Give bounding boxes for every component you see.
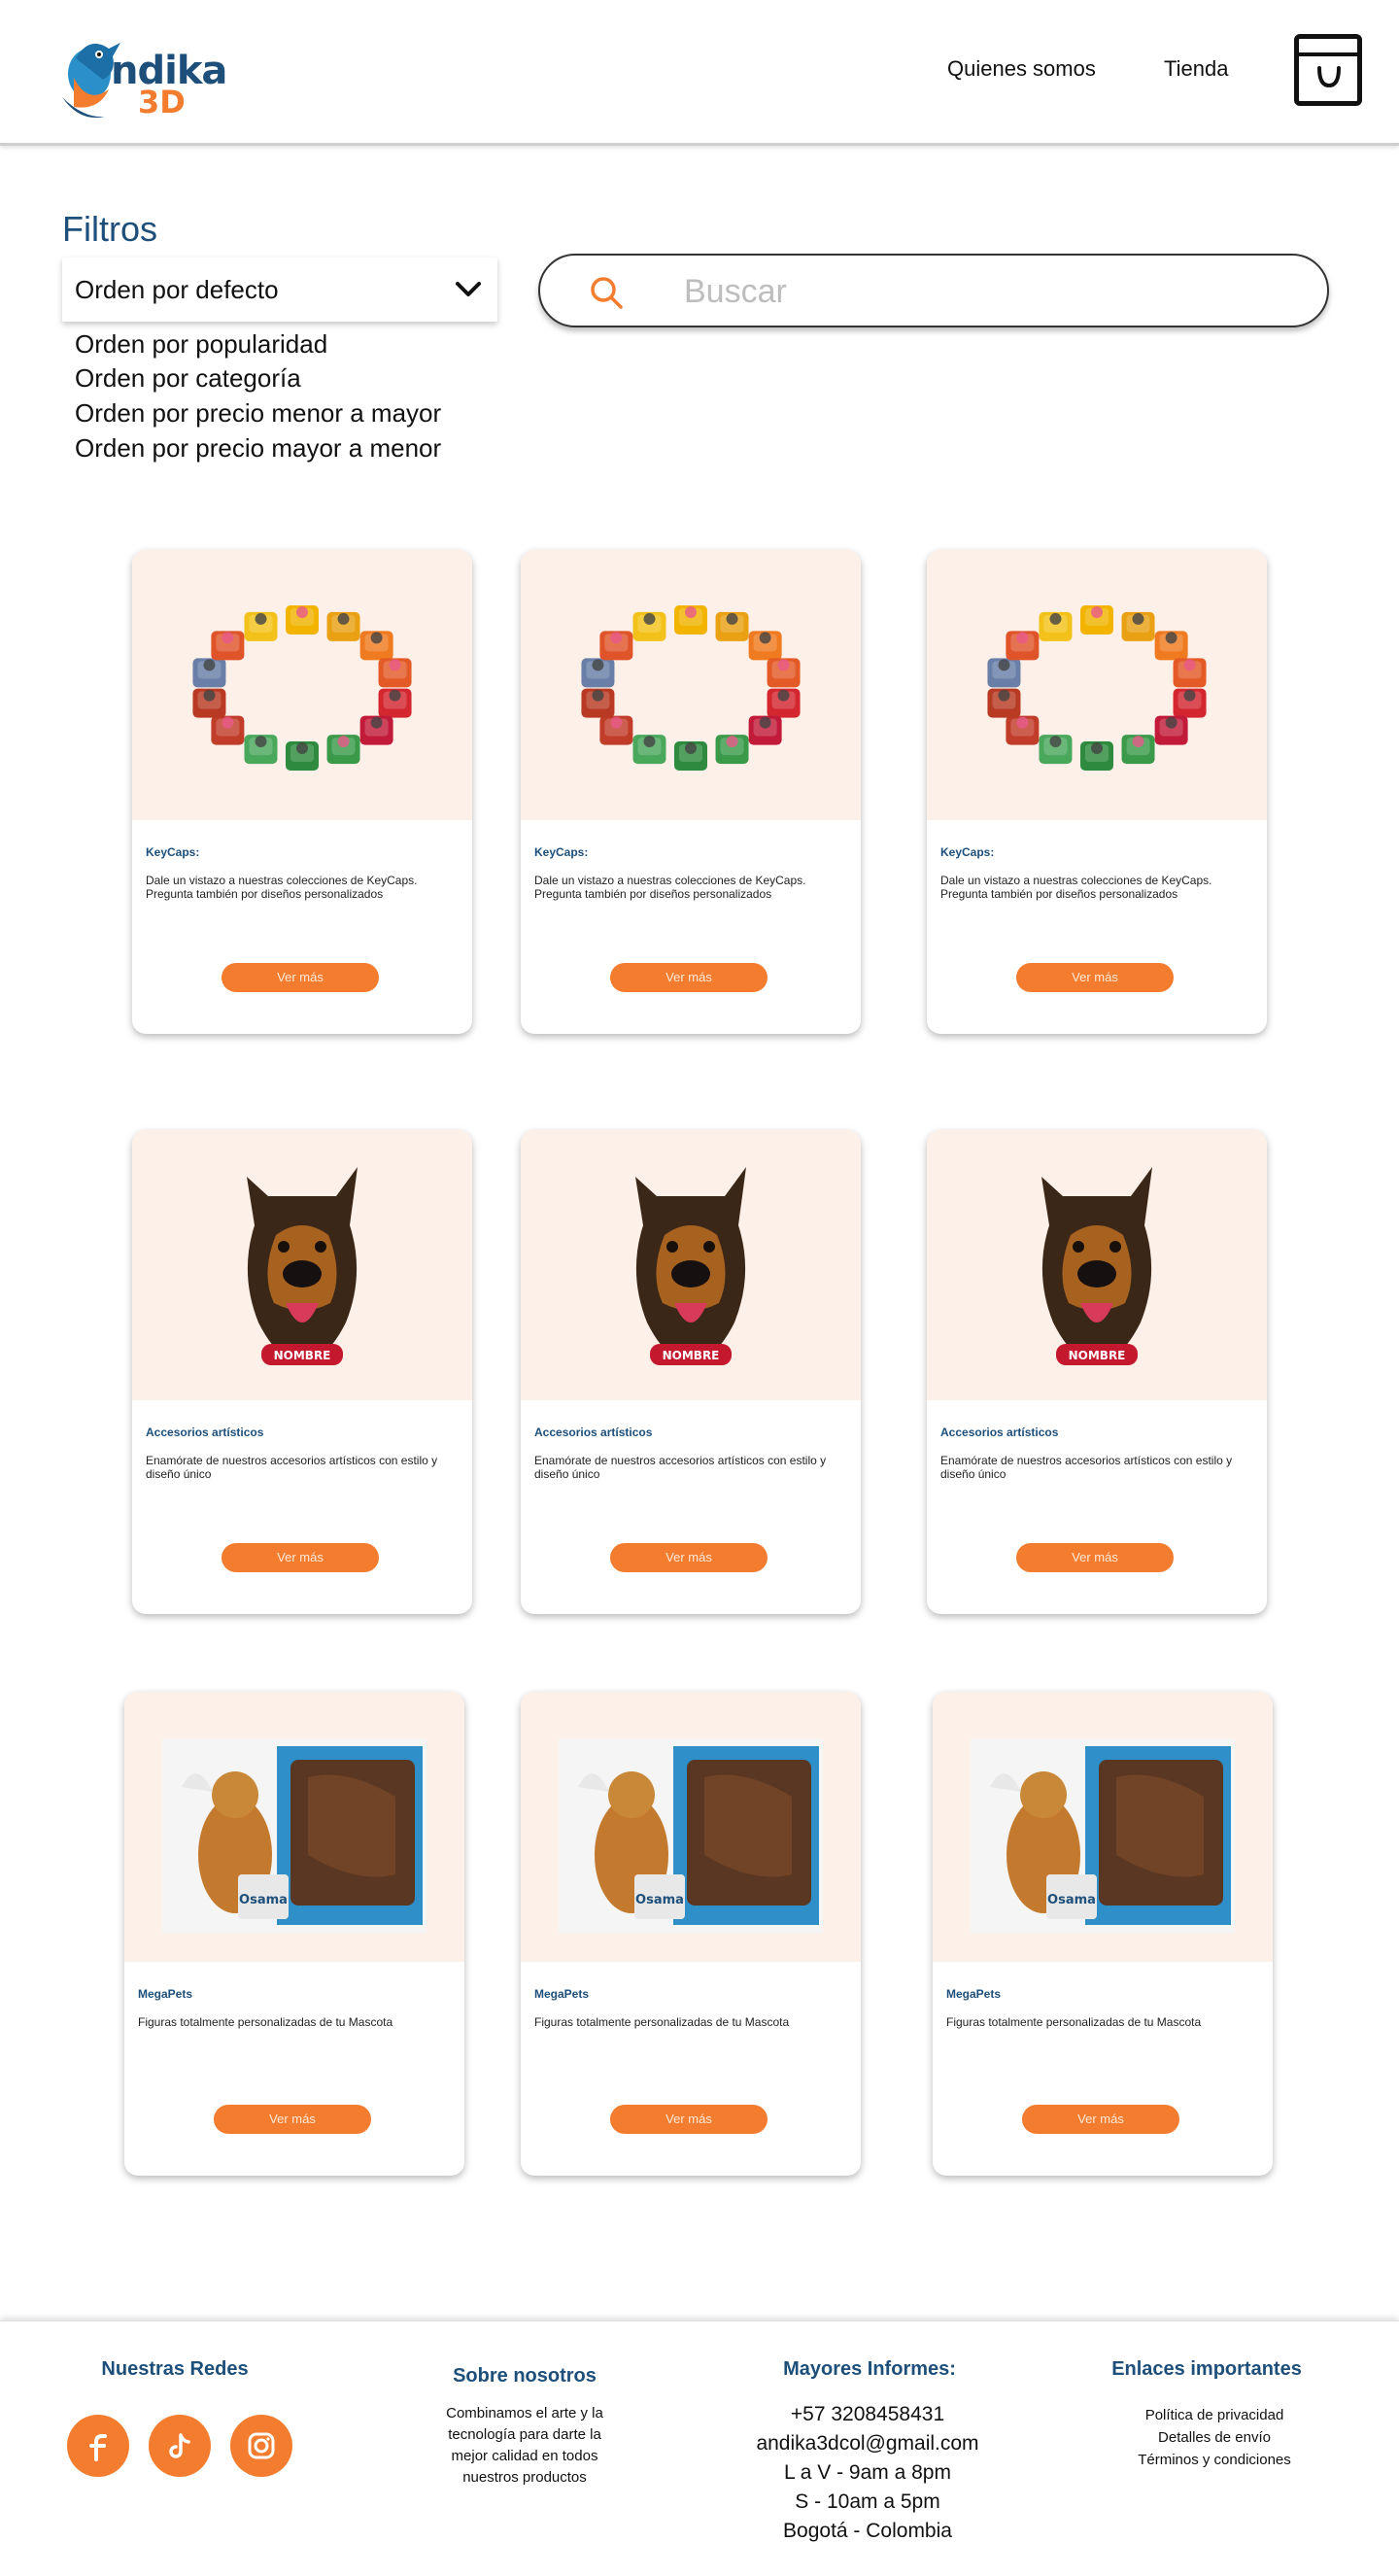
- product-image: [927, 550, 1267, 820]
- footer-social-title: Nuestras Redes: [101, 2358, 249, 2380]
- product-title: KeyCaps:: [940, 845, 995, 859]
- product-title: Accesorios artísticos: [146, 1425, 264, 1439]
- product-card[interactable]: NOMBRE Accesorios artísticos Enamórate de …: [521, 1130, 861, 1614]
- product-description: Figuras totalmente personalizadas de tu …: [138, 2015, 393, 2029]
- product-card[interactable]: NOMBRE Accesorios artísticos Enamórate de …: [927, 1130, 1267, 1614]
- megapets-illustration: Osama: [559, 1738, 823, 1933]
- sort-select[interactable]: Orden por defecto: [62, 258, 497, 322]
- footer-links-title: Enlaces importantes: [1111, 2358, 1302, 2380]
- footer-about-title: Sobre nosotros: [453, 2365, 597, 2387]
- search-bar: [538, 254, 1329, 327]
- product-description: Enamórate de nuestros accesorios artísti…: [534, 1454, 827, 1481]
- megapets-box-label: Osama: [239, 1893, 288, 1907]
- product-image: Osama: [521, 1692, 861, 1962]
- view-more-button[interactable]: Ver más: [214, 2105, 371, 2134]
- footer-contact-title: Mayores Informes:: [783, 2358, 956, 2380]
- megapets-illustration: Osama: [162, 1738, 427, 1933]
- footer-phone[interactable]: +57 3208458431: [722, 2403, 1013, 2426]
- product-image: Osama: [933, 1692, 1273, 1962]
- footer-email[interactable]: andika3dcol@gmail.com: [722, 2432, 1013, 2456]
- view-more-button[interactable]: Ver más: [1016, 1543, 1174, 1572]
- megapets-box-label: Osama: [1047, 1893, 1096, 1907]
- product-description: Figuras totalmente personalizadas de tu …: [534, 2015, 790, 2029]
- dog-badge-text: NOMBRE: [1069, 1349, 1126, 1362]
- product-title: MegaPets: [138, 1987, 193, 2001]
- shopping-bag-icon[interactable]: [1294, 34, 1362, 106]
- view-more-button[interactable]: Ver más: [610, 2105, 768, 2134]
- product-image: Osama: [124, 1692, 464, 1962]
- product-image: NOMBRE: [927, 1130, 1267, 1400]
- search-icon[interactable]: [589, 275, 624, 310]
- sort-option-price-asc[interactable]: Orden por precio menor a mayor: [75, 398, 441, 429]
- view-more-button[interactable]: Ver más: [610, 963, 768, 992]
- dog-badge-text: NOMBRE: [663, 1349, 720, 1362]
- product-card[interactable]: KeyCaps: Dale un vistazo a nuestras colec…: [132, 550, 472, 1034]
- product-description: Enamórate de nuestros accesorios artísti…: [940, 1454, 1233, 1481]
- product-image: NOMBRE: [132, 1130, 472, 1400]
- footer-link-terms[interactable]: Términos y condiciones: [1098, 2450, 1331, 2471]
- view-more-button[interactable]: Ver más: [1022, 2105, 1179, 2134]
- product-card[interactable]: Osama MegaPets Figuras totalmente personal…: [521, 1692, 861, 2176]
- keycaps-illustration: [987, 605, 1207, 771]
- product-card[interactable]: NOMBRE Accesorios artísticos Enamórate de …: [132, 1130, 472, 1614]
- tiktok-icon[interactable]: [149, 2415, 211, 2477]
- view-more-button[interactable]: Ver más: [222, 1543, 379, 1572]
- product-description: Dale un vistazo a nuestras colecciones d…: [146, 874, 418, 901]
- product-image: [521, 550, 861, 820]
- product-description: Enamórate de nuestros accesorios artísti…: [146, 1454, 438, 1481]
- product-card[interactable]: KeyCaps: Dale un vistazo a nuestras colec…: [927, 550, 1267, 1034]
- keycaps-illustration: [581, 605, 801, 771]
- product-title: KeyCaps:: [534, 845, 589, 859]
- sort-option-price-desc[interactable]: Orden por precio mayor a menor: [75, 433, 441, 464]
- dog-keychain-illustration: NOMBRE: [1041, 1167, 1152, 1365]
- product-card[interactable]: KeyCaps: Dale un vistazo a nuestras colec…: [521, 550, 861, 1034]
- footer-location: Bogotá - Colombia: [783, 2520, 952, 2542]
- view-more-button[interactable]: Ver más: [222, 963, 379, 992]
- chevron-down-icon: [456, 282, 481, 296]
- footer-link-shipping[interactable]: Detalles de envío: [1098, 2427, 1331, 2449]
- product-title: MegaPets: [946, 1987, 1002, 2001]
- footer-link-privacy[interactable]: Política de privacidad: [1098, 2405, 1331, 2426]
- keycaps-illustration: [192, 605, 412, 771]
- product-title: KeyCaps:: [146, 845, 200, 859]
- dog-keychain-illustration: NOMBRE: [635, 1167, 746, 1365]
- product-title: Accesorios artísticos: [534, 1425, 653, 1439]
- brand-logo[interactable]: ndika 3D: [60, 29, 255, 122]
- product-image: [132, 550, 472, 820]
- product-card[interactable]: Osama MegaPets Figuras totalmente personal…: [124, 1692, 464, 2176]
- filters-title: Filtros: [62, 209, 157, 249]
- sort-option-popularity[interactable]: Orden por popularidad: [75, 329, 327, 360]
- instagram-icon[interactable]: [230, 2415, 292, 2477]
- megapets-box-label: Osama: [635, 1893, 684, 1907]
- product-description: Dale un vistazo a nuestras colecciones d…: [940, 874, 1212, 901]
- product-title: Accesorios artísticos: [940, 1425, 1059, 1439]
- view-more-button[interactable]: Ver más: [610, 1543, 768, 1572]
- brand-3d: 3D: [138, 84, 186, 120]
- product-description: Figuras totalmente personalizadas de tu …: [946, 2015, 1202, 2029]
- nav-shop-link[interactable]: Tienda: [1164, 56, 1228, 82]
- megapets-illustration: Osama: [971, 1738, 1235, 1933]
- product-title: MegaPets: [534, 1987, 590, 2001]
- product-card[interactable]: Osama MegaPets Figuras totalmente personal…: [933, 1692, 1273, 2176]
- product-image: NOMBRE: [521, 1130, 861, 1400]
- view-more-button[interactable]: Ver más: [1016, 963, 1174, 992]
- facebook-icon[interactable]: [67, 2415, 129, 2477]
- footer-hours-weekday: L a V - 9am a 8pm: [784, 2461, 951, 2484]
- nav-about-link[interactable]: Quienes somos: [947, 56, 1096, 82]
- dog-badge-text: NOMBRE: [274, 1349, 331, 1362]
- sort-option-category[interactable]: Orden por categoría: [75, 363, 301, 394]
- site-header: ndika 3D Quienes somos Tienda: [0, 0, 1399, 146]
- footer-about-text: Combinamos el arte y la tecnología para …: [446, 2405, 603, 2486]
- footer-hours-saturday: S - 10am a 5pm: [795, 2490, 940, 2513]
- site-footer: Nuestras Redes Sobre nosotros Combinamos…: [0, 2320, 1399, 2576]
- sort-selected-value: Orden por defecto: [75, 275, 279, 304]
- search-input[interactable]: [684, 269, 1267, 314]
- dog-keychain-illustration: NOMBRE: [247, 1167, 358, 1365]
- product-description: Dale un vistazo a nuestras colecciones d…: [534, 874, 806, 901]
